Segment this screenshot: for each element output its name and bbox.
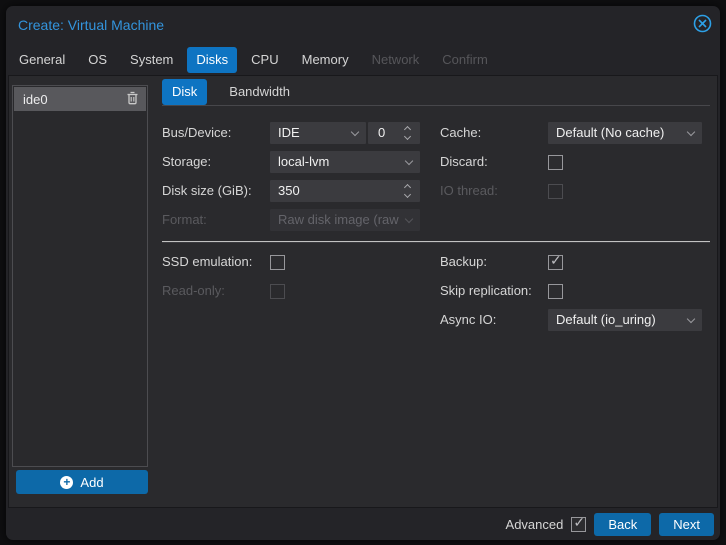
- dialog-footer: Advanced Back Next: [6, 508, 720, 540]
- chevron-down-icon: [686, 314, 696, 324]
- disk-subtabs: Disk Bandwidth: [162, 79, 710, 106]
- disk-size-value: 350: [278, 183, 300, 198]
- bus-number-value: 0: [378, 125, 386, 140]
- row-storage-discard: Storage: local-lvm Discard:: [162, 151, 710, 173]
- add-disk-button[interactable]: Add: [16, 470, 148, 494]
- skip-replication-checkbox[interactable]: [548, 283, 563, 299]
- wizard-tabbar: General OS System Disks CPU Memory Netwo…: [10, 47, 710, 73]
- read-only-checkbox: [270, 283, 285, 299]
- cache-value: Default (No cache): [556, 125, 665, 140]
- tab-confirm: Confirm: [442, 52, 488, 67]
- cache-select[interactable]: Default (No cache): [548, 122, 702, 144]
- tab-disk[interactable]: Disk: [162, 79, 208, 105]
- spinner-icon[interactable]: [403, 180, 414, 202]
- tab-disks[interactable]: Disks: [187, 47, 238, 73]
- io-thread-checkbox: [548, 183, 563, 199]
- tab-memory[interactable]: Memory: [293, 47, 358, 73]
- format-select: Raw disk image (raw: [270, 209, 420, 231]
- plus-circle-icon: [60, 475, 74, 489]
- ssd-emulation-checkbox[interactable]: [270, 254, 285, 270]
- read-only-label: Read-only:: [162, 283, 225, 298]
- async-io-select[interactable]: Default (io_uring): [548, 309, 702, 331]
- storage-label: Storage:: [162, 154, 212, 169]
- row-disksize-iothread: Disk size (GiB): 350 IO thread:: [162, 180, 710, 202]
- storage-value: local-lvm: [278, 154, 330, 169]
- trash-icon[interactable]: [126, 91, 139, 108]
- next-button[interactable]: Next: [659, 512, 714, 536]
- backup-checkbox[interactable]: [548, 252, 563, 270]
- tab-bandwidth[interactable]: Bandwidth: [219, 79, 300, 105]
- row-bus-cache: Bus/Device: IDE 0 Cache: Default (No cac…: [162, 122, 710, 144]
- section-separator: [162, 241, 710, 242]
- disk-size-stepper[interactable]: 350: [270, 180, 420, 202]
- tab-os[interactable]: OS: [79, 47, 116, 73]
- skip-replication-label: Skip replication:: [440, 283, 532, 298]
- create-vm-dialog: Create: Virtual Machine General OS Syste…: [6, 6, 720, 540]
- tab-cpu[interactable]: CPU: [242, 47, 287, 73]
- row-async-io: Async IO: Default (io_uring): [162, 309, 710, 331]
- tab-system[interactable]: System: [121, 47, 182, 73]
- back-button[interactable]: Back: [594, 512, 652, 536]
- disk-form: Disk Bandwidth Bus/Device: IDE 0 Cache: …: [162, 79, 710, 338]
- storage-select[interactable]: local-lvm: [270, 151, 420, 173]
- advanced-label: Advanced: [505, 516, 564, 532]
- advanced-checkbox[interactable]: [571, 514, 587, 532]
- disk-list-item-ide0[interactable]: ide0: [14, 87, 146, 111]
- bus-number-stepper[interactable]: 0: [368, 122, 420, 144]
- backup-label: Backup:: [440, 254, 487, 269]
- chevron-down-icon: [350, 127, 360, 137]
- chevron-down-icon: [686, 127, 696, 137]
- bus-device-value: IDE: [278, 125, 300, 140]
- disk-item-label: ide0: [23, 91, 48, 107]
- row-ssd-backup: SSD emulation: Backup:: [162, 251, 710, 273]
- chevron-down-icon: [404, 214, 414, 224]
- bus-device-label: Bus/Device:: [162, 125, 232, 140]
- add-button-label: Add: [80, 474, 104, 490]
- disk-size-label: Disk size (GiB):: [162, 183, 252, 198]
- row-format: Format: Raw disk image (raw: [162, 209, 710, 231]
- disk-list: ide0: [12, 85, 148, 467]
- io-thread-label: IO thread:: [440, 183, 498, 198]
- async-io-label: Async IO:: [440, 312, 497, 327]
- close-icon[interactable]: [692, 13, 712, 33]
- cache-label: Cache:: [440, 125, 482, 140]
- bus-device-select[interactable]: IDE: [270, 122, 366, 144]
- tab-general[interactable]: General: [10, 47, 74, 73]
- chevron-down-icon: [404, 156, 414, 166]
- spinner-icon[interactable]: [403, 122, 414, 144]
- discard-label: Discard:: [440, 154, 488, 169]
- format-label: Format:: [162, 212, 207, 227]
- tab-network: Network: [371, 52, 420, 67]
- ssd-emulation-label: SSD emulation:: [162, 254, 253, 269]
- row-readonly-skiprepl: Read-only: Skip replication:: [162, 280, 710, 302]
- format-value: Raw disk image (raw: [278, 212, 399, 227]
- async-io-value: Default (io_uring): [556, 312, 656, 327]
- dialog-header: Create: Virtual Machine: [6, 6, 720, 40]
- dialog-title: Create: Virtual Machine: [18, 17, 165, 33]
- disks-panel: ide0 Add Disk Bandwidth: [8, 75, 718, 508]
- discard-checkbox[interactable]: [548, 154, 563, 170]
